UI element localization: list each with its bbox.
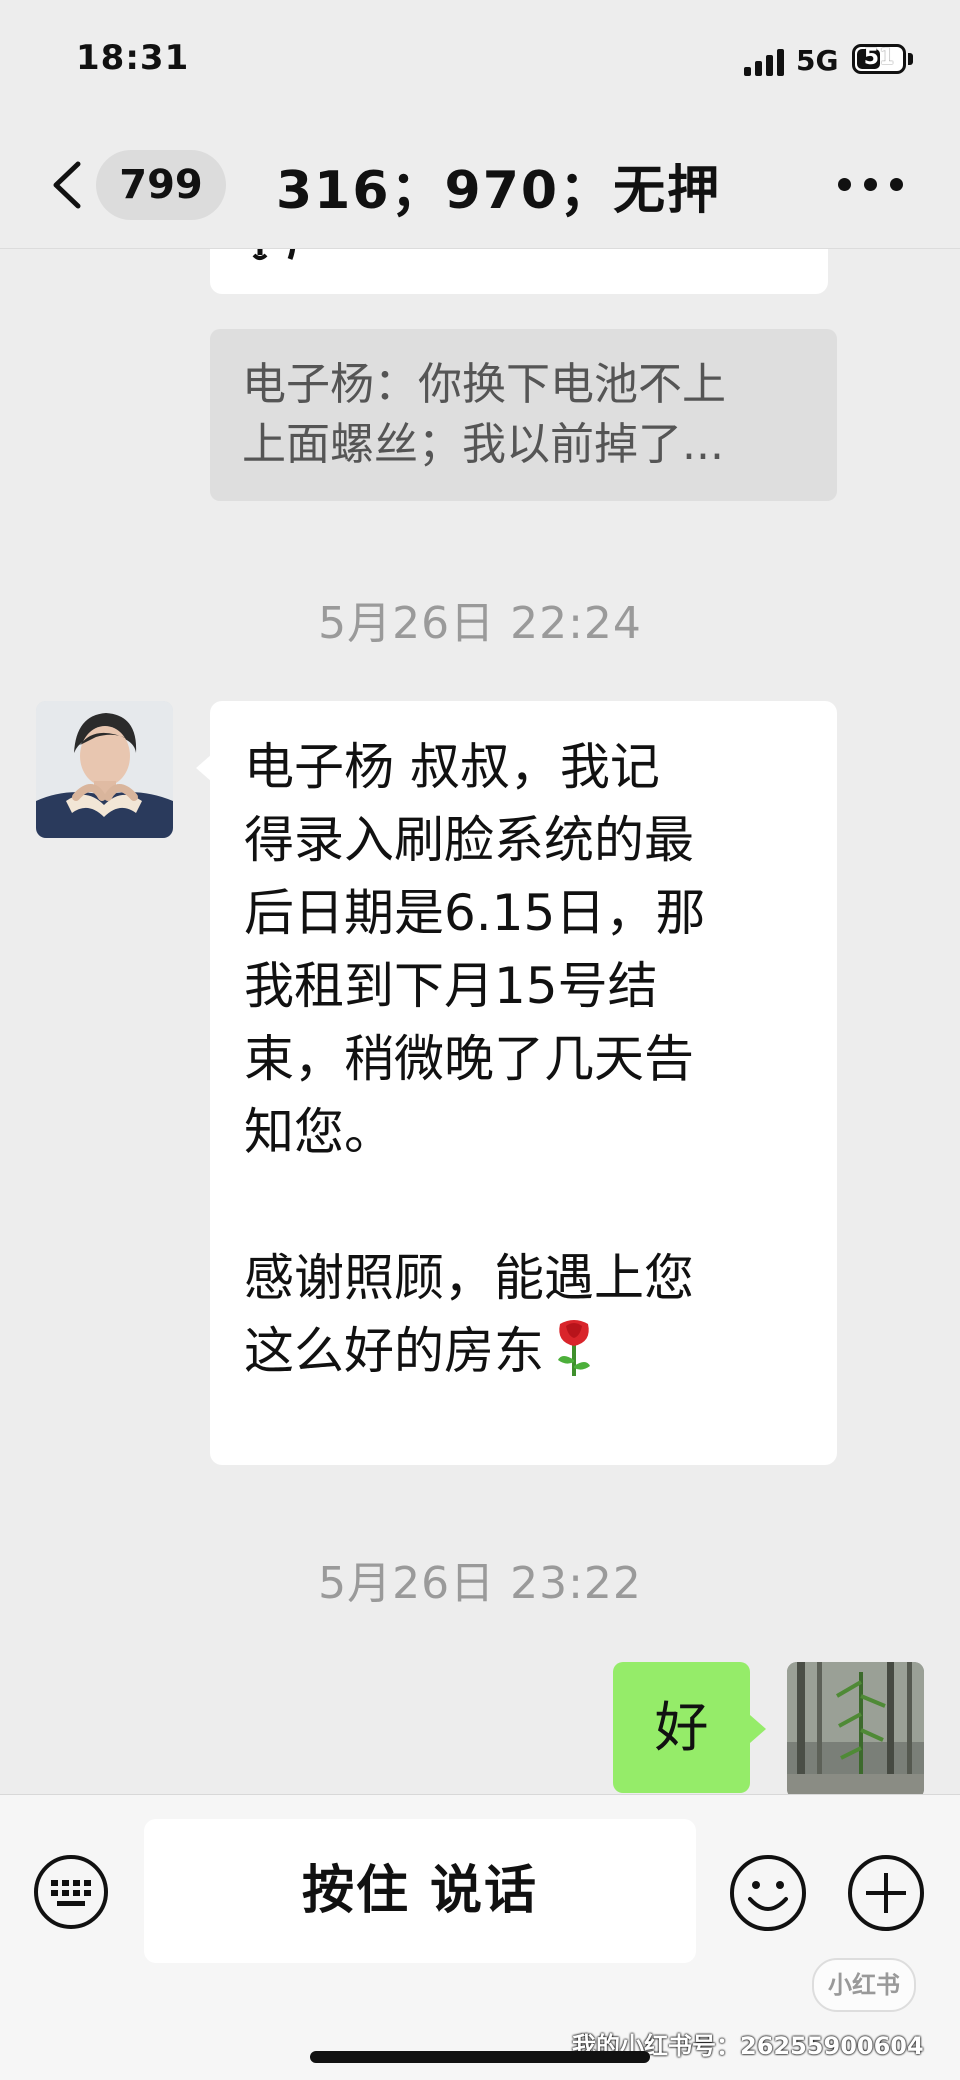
message-line: 感谢照顾，能遇上您 — [244, 1249, 694, 1307]
back-icon[interactable] — [46, 160, 90, 210]
hold-to-talk-button[interactable]: 按住 说话 — [144, 1819, 696, 1963]
message-line: 束，稍微晚了几天告 — [244, 1030, 694, 1088]
previous-message-bubble[interactable] — [210, 249, 828, 294]
message-last-line: 这么好的房东 — [244, 1315, 803, 1388]
timestamp: 5月26日 22:24 — [318, 598, 642, 649]
signal-icon — [744, 48, 786, 76]
quote-line: 电子杨：你换下电池不上 — [242, 359, 726, 410]
battery-icon: 51 — [852, 44, 906, 74]
more-icon[interactable] — [838, 178, 904, 192]
network-label: 5G — [796, 44, 839, 77]
message-line: 得录入刷脸系统的最 — [244, 811, 694, 869]
unread-count-badge[interactable]: 799 — [96, 150, 226, 220]
watermark-logo: 小红书 — [812, 1958, 916, 2012]
emoji-icon[interactable] — [728, 1853, 808, 1933]
contact-avatar[interactable] — [36, 701, 173, 838]
battery-cap — [908, 53, 913, 65]
keyboard-icon[interactable] — [32, 1853, 110, 1931]
plus-icon[interactable] — [846, 1853, 926, 1933]
message-line: 电子杨 叔叔，我记 — [244, 738, 660, 796]
reply-bubble[interactable]: 好 — [613, 1662, 750, 1793]
battery-level: 51 — [863, 45, 895, 70]
quote-line: 上面螺丝；我以前掉了... — [242, 419, 724, 470]
message-line: 知您。 — [244, 1103, 394, 1161]
status-bar: 18:31 5G 51 — [0, 0, 960, 120]
home-indicator — [310, 2051, 650, 2063]
message-line: 后日期是6.15日，那 — [244, 884, 706, 942]
message-bubble[interactable]: 电子杨 叔叔，我记 得录入刷脸系统的最 后日期是6.15日，那 我租到下月15号… — [210, 701, 837, 1465]
my-avatar[interactable] — [787, 1662, 924, 1794]
status-time: 18:31 — [76, 38, 190, 78]
message-line: 我租到下月15号结 — [244, 957, 658, 1015]
chat-header: 799 316；970；无押 — [0, 120, 960, 249]
chat-title: 316；970；无押 — [276, 161, 722, 221]
message-line: 这么好的房东 — [244, 1322, 544, 1380]
rose-icon — [558, 1320, 590, 1376]
timestamp: 5月26日 23:22 — [318, 1558, 642, 1609]
reply-tail — [750, 1715, 766, 1743]
cut-text-glyph — [252, 249, 296, 260]
message-line — [244, 1169, 803, 1242]
quoted-message[interactable]: 电子杨：你换下电池不上 上面螺丝；我以前掉了... — [210, 329, 837, 501]
chat-area: 电子杨：你换下电池不上 上面螺丝；我以前掉了... 5月26日 22:24 电子… — [0, 249, 960, 1794]
